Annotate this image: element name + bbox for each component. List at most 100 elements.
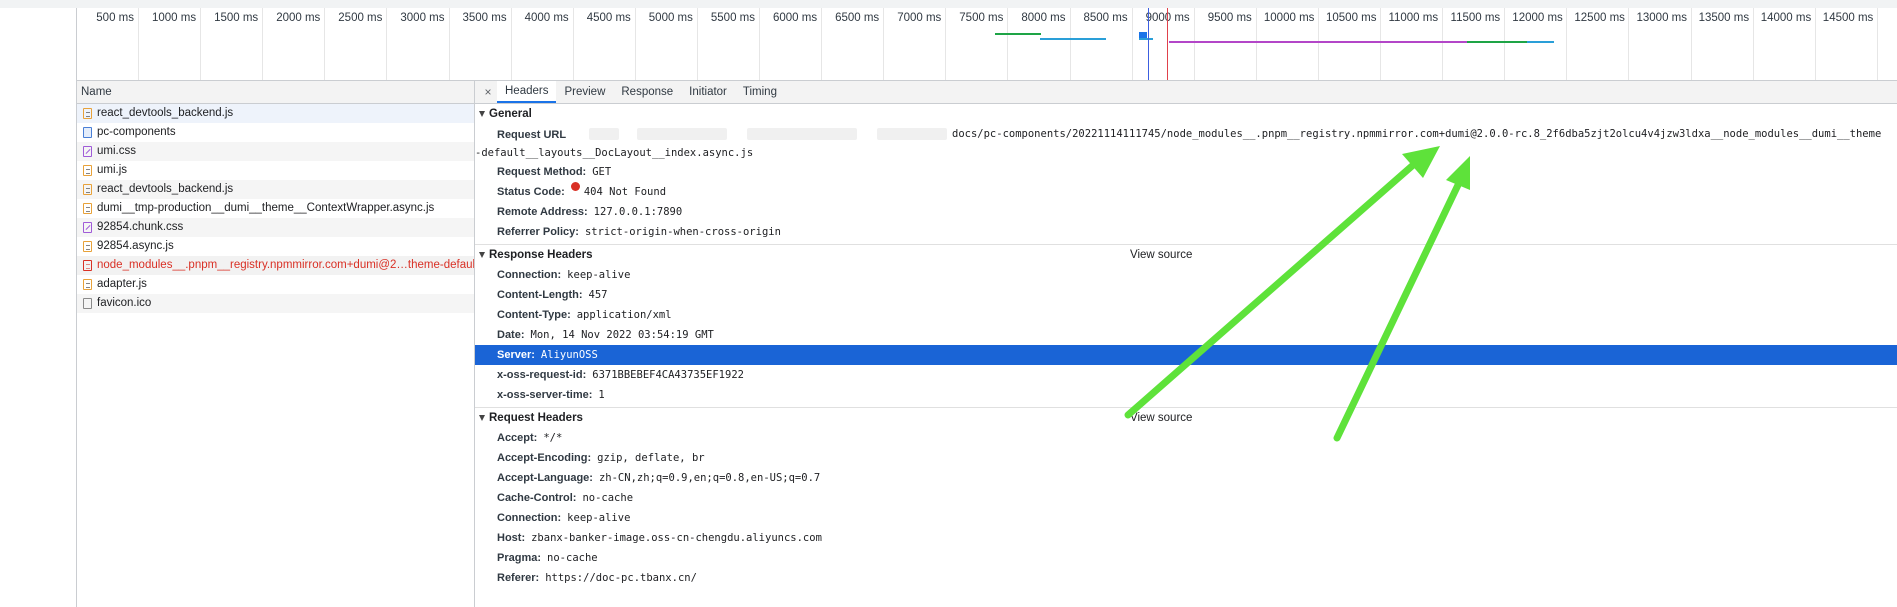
- header-row[interactable]: Content-Type: application/xml: [475, 305, 1897, 325]
- header-row[interactable]: x-oss-server-time: 1: [475, 385, 1897, 405]
- section-title: Response Headers: [489, 249, 593, 261]
- header-name: Content-Length:: [497, 289, 583, 301]
- header-row[interactable]: Content-Length: 457: [475, 285, 1897, 305]
- request-row[interactable]: adapter.js: [77, 275, 474, 294]
- request-name: pc-components: [97, 126, 176, 138]
- header-value: 127.0.0.1:7890: [593, 206, 683, 218]
- timeline-tick-label: 13000 ms: [1636, 12, 1688, 24]
- request-url-value-continued: -default__layouts__DocLayout__index.asyn…: [475, 147, 754, 159]
- header-value: AliyunOSS: [540, 349, 598, 361]
- close-icon[interactable]: ×: [479, 81, 497, 103]
- header-row[interactable]: Accept: */*: [475, 428, 1897, 448]
- header-row[interactable]: Connection: keep-alive: [475, 508, 1897, 528]
- header-name: Referer:: [497, 572, 540, 584]
- timeline-tick-label: 10500 ms: [1326, 12, 1377, 24]
- timeline-gridline: [821, 8, 823, 80]
- request-row[interactable]: 92854.async.js: [77, 237, 474, 256]
- timeline-gridline: [1069, 8, 1071, 80]
- timeline-tick-label: 11000 ms: [1388, 12, 1439, 24]
- timeline-tick-label: 5000 ms: [648, 12, 693, 24]
- timeline-gridline: [1690, 8, 1692, 80]
- request-name: adapter.js: [97, 278, 147, 290]
- request-name: 92854.async.js: [97, 240, 174, 252]
- timeline-tick-label: 3500 ms: [462, 12, 507, 24]
- view-source-link[interactable]: View source: [1130, 412, 1192, 424]
- network-timeline-overview[interactable]: 500 ms 1000 ms 1500 ms 2000 ms 2500 ms 3000 m…: [77, 8, 1897, 81]
- timeline-bar: [1139, 32, 1147, 38]
- timeline-tick-label: 1000 ms: [151, 12, 197, 24]
- tab-initiator[interactable]: Initiator: [681, 81, 735, 103]
- header-row[interactable]: Accept-Language: zh-CN,zh;q=0.9,en;q=0.8,…: [475, 468, 1897, 488]
- request-row[interactable]: pc-components: [77, 123, 474, 142]
- header-row[interactable]: x-oss-request-id: 6371BBEBEF4CA43735EF192…: [475, 365, 1897, 385]
- header-row[interactable]: Connection: keep-alive: [475, 265, 1897, 285]
- general-section-header[interactable]: General: [475, 104, 1897, 124]
- header-value: no-cache: [547, 552, 598, 564]
- header-value: application/xml: [576, 309, 672, 321]
- header-value: 6371BBEBEF4CA43735EF1922: [592, 369, 744, 381]
- name-column-header[interactable]: Name: [77, 81, 474, 104]
- timeline-tick-label: 8500 ms: [1083, 12, 1128, 24]
- tab-preview[interactable]: Preview: [556, 81, 613, 103]
- header-row[interactable]: Accept-Encoding: gzip, deflate, br: [475, 448, 1897, 468]
- header-name: Date:: [497, 329, 525, 341]
- request-row[interactable]: react_devtools_backend.js: [77, 104, 474, 123]
- tab-headers[interactable]: Headers: [497, 81, 557, 103]
- file-icon: [83, 298, 92, 309]
- timeline-gridline: [1628, 8, 1630, 80]
- request-row[interactable]: 92854.chunk.css: [77, 218, 474, 237]
- header-name: Request URL: [497, 129, 567, 141]
- request-url-value: docs/pc-components/20221114111745/node_m…: [952, 128, 1882, 140]
- timeline-gridline: [324, 8, 326, 80]
- request-row[interactable]: umi.js: [77, 161, 474, 180]
- timeline-gridline: [634, 8, 636, 80]
- redacted-block: [589, 128, 619, 140]
- timeline-gridline: [1007, 8, 1009, 80]
- request-url-row: Request URL docs/pc-components/202211141…: [475, 124, 1897, 162]
- header-row[interactable]: Server: AliyunOSS: [475, 345, 1897, 365]
- timeline-gridline: [696, 8, 698, 80]
- js-file-icon: [83, 108, 92, 119]
- timeline-tick-label: 7500 ms: [959, 12, 1004, 24]
- request-row[interactable]: react_devtools_backend.js: [77, 180, 474, 199]
- header-row[interactable]: Cache-Control: no-cache: [475, 488, 1897, 508]
- timeline-tick-label: 8000 ms: [1021, 12, 1066, 24]
- header-row[interactable]: Referer: https://doc-pc.tbanx.cn/: [475, 568, 1897, 588]
- timeline-tick-label: 14500 ms: [1822, 12, 1874, 24]
- js-file-icon: [83, 241, 92, 252]
- request-list: react_devtools_backend.js pc-components um…: [77, 104, 474, 313]
- response-headers-section-header[interactable]: Response Headers View source: [475, 245, 1897, 265]
- header-row[interactable]: Pragma: no-cache: [475, 548, 1897, 568]
- request-list-panel: Name react_devtools_backend.js pc-compone…: [77, 81, 475, 607]
- header-name: Request Method:: [497, 166, 587, 178]
- css-file-icon: [83, 222, 92, 233]
- timeline-gridline: [1380, 8, 1381, 80]
- section-title: Request Headers: [489, 412, 583, 424]
- view-source-link[interactable]: View source: [1130, 249, 1192, 261]
- header-row[interactable]: Host: zbanx-banker-image.oss-cn-chengdu.a…: [475, 528, 1897, 548]
- request-name: dumi__tmp-production__dumi__theme__Conte…: [97, 202, 435, 214]
- request-headers-list: Accept: */* Accept-Encoding: gzip, deflate,…: [475, 428, 1897, 588]
- request-row[interactable]: node_modules__.pnpm__registry.npmmirror.…: [77, 256, 474, 275]
- request-row[interactable]: umi.css: [77, 142, 474, 161]
- request-row[interactable]: dumi__tmp-production__dumi__theme__Conte…: [77, 199, 474, 218]
- timeline-tick-label: 9500 ms: [1207, 12, 1252, 24]
- header-value: no-cache: [582, 492, 634, 504]
- tab-timing[interactable]: Timing: [735, 81, 785, 103]
- request-row[interactable]: favicon.ico: [77, 294, 474, 313]
- header-value: zh-CN,zh;q=0.9,en;q=0.8,en-US;q=0.7: [598, 472, 821, 484]
- header-name: Status Code:: [497, 186, 565, 198]
- tab-response[interactable]: Response: [613, 81, 681, 103]
- timeline-gridline: [1504, 8, 1506, 80]
- request-headers-section-header[interactable]: Request Headers View source: [475, 408, 1897, 428]
- header-value: keep-alive: [567, 269, 631, 281]
- js-file-icon: [83, 165, 92, 176]
- general-section: General Request URL docs/pc-components/2…: [475, 104, 1897, 245]
- header-row[interactable]: Date: Mon, 14 Nov 2022 03:54:19 GMT: [475, 325, 1897, 345]
- timeline-tick-label: 13500 ms: [1698, 12, 1750, 24]
- timeline-tick-label: 10000 ms: [1263, 12, 1315, 24]
- referrer-policy-row: Referrer Policy: strict-origin-when-cros…: [475, 222, 1897, 242]
- timeline-gridline: [1814, 8, 1816, 80]
- header-name: Server:: [497, 349, 535, 361]
- status-error-icon: [570, 182, 580, 191]
